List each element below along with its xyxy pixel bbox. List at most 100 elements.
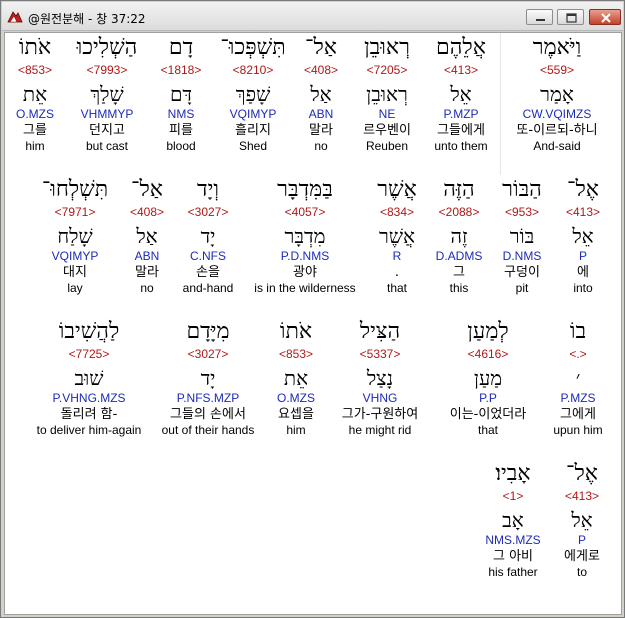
- title-bar[interactable]: @원전분해 - 창 37:22: [2, 2, 623, 31]
- strong-number[interactable]: <853>: [7, 63, 63, 77]
- word-cell[interactable]: בַּמִּדְבָּר <4057> מִדְבָּר P.D.NMS 광야 …: [245, 177, 365, 295]
- interlinear-view[interactable]: וַיֹּאמֶר <559> אָמַר CW.VQIMZS 또-이르되-하니…: [4, 32, 622, 615]
- hebrew-word: אֹתוֹ: [18, 35, 52, 60]
- strong-number[interactable]: <3027>: [175, 205, 241, 219]
- hebrew-word: תִּשְׁפְּכוּ־: [220, 35, 286, 60]
- word-cell[interactable]: אָבִיו׃ <1> אָב NMS.MZS 그 아비 his father: [477, 461, 549, 579]
- english-gloss: to deliver him-again: [36, 423, 142, 437]
- korean-gloss: 그가-구원하여: [341, 407, 419, 422]
- word-cell[interactable]: הַשְׁלִיכוּ <7993> שָׁלַךְ VHMMYP 던지고 bu…: [67, 35, 147, 153]
- strong-number[interactable]: <4616>: [435, 347, 541, 361]
- lemma: אֵת: [22, 82, 48, 106]
- strong-number[interactable]: <2088>: [429, 205, 489, 219]
- word-cell[interactable]: וַיֹּאמֶר <559> אָמַר CW.VQIMZS 또-이르되-하니…: [503, 35, 611, 153]
- strong-number[interactable]: <408>: [121, 205, 173, 219]
- hebrew-bible-app-icon: [7, 9, 23, 23]
- korean-gloss: 그를: [23, 123, 47, 138]
- hebrew-word: אַל־: [305, 35, 337, 60]
- english-gloss: no: [140, 281, 154, 295]
- hebrew-word: דָם: [168, 35, 194, 60]
- lemma: מַעַן: [473, 366, 503, 390]
- english-gloss: to: [576, 565, 587, 579]
- word-cell[interactable]: תִּשְׁלְחוּ־ <7971> שָׁלַח VQIMYP 대지 lay: [33, 177, 117, 295]
- strong-number[interactable]: <3027>: [155, 347, 261, 361]
- strong-number[interactable]: <5337>: [329, 347, 431, 361]
- word-cell[interactable]: אֹתוֹ <853> אֵת O.MZS 그를 him: [7, 35, 63, 153]
- word-cell[interactable]: הַבּוֹר <953> בּוֹר D.NMS 구덩이 pit: [491, 177, 553, 295]
- korean-gloss: 르우벤이: [363, 123, 411, 138]
- english-gloss: that: [386, 281, 407, 295]
- lemma: דָּם: [169, 82, 193, 106]
- strong-number[interactable]: <413>: [555, 205, 611, 219]
- app-window: @원전분해 - 창 37:22 וַיֹּאמֶר <559> אָמַר CW…: [0, 0, 625, 618]
- word-cell[interactable]: מִיָּדָם <3027> יָד P.NFS.MZP 그들의 손에서 ou…: [155, 319, 261, 437]
- strong-number[interactable]: <8210>: [215, 63, 291, 77]
- word-cell[interactable]: לְמַעַן <4616> מַעַן P.P 이는-이었더라 that: [435, 319, 541, 437]
- hebrew-word: רְאוּבֵן: [364, 35, 410, 60]
- strong-number[interactable]: <408>: [293, 63, 349, 77]
- strong-number[interactable]: <953>: [491, 205, 553, 219]
- strong-number[interactable]: <834>: [367, 205, 427, 219]
- word-cell[interactable]: לַהֲשִׁיבוֹ <7725> שׁוּב P.VHNG.MZS 돌리려 …: [27, 319, 151, 437]
- korean-gloss: 그: [453, 265, 465, 280]
- strong-number[interactable]: <853>: [265, 347, 327, 361]
- strong-number[interactable]: <1>: [477, 489, 549, 503]
- korean-gloss: 돌리려 함-: [60, 407, 118, 422]
- strong-number[interactable]: <413>: [553, 489, 611, 503]
- word-cell[interactable]: אֹתוֹ <853> אֵת O.MZS 요셉을 him: [265, 319, 327, 437]
- strong-number[interactable]: <1818>: [151, 63, 211, 77]
- korean-gloss: 던지고: [89, 123, 125, 138]
- strong-number[interactable]: <.>: [545, 347, 611, 361]
- strong-number[interactable]: <7205>: [351, 63, 423, 77]
- hebrew-word: וְיָד: [197, 177, 219, 202]
- english-gloss: him: [286, 423, 306, 437]
- word-cell[interactable]: אֲשֶׁר <834> אֲשֶׁר R . that: [367, 177, 427, 295]
- korean-gloss: 구덩이: [504, 265, 540, 280]
- strong-number[interactable]: <4057>: [245, 205, 365, 219]
- lemma: שָׁלַךְ: [90, 82, 124, 106]
- strong-number[interactable]: <7971>: [33, 205, 117, 219]
- strong-number[interactable]: <559>: [503, 63, 611, 77]
- hebrew-word: מִיָּדָם: [186, 319, 230, 344]
- word-cell[interactable]: רְאוּבֵן <7205> רְאוּבֵן NE 르우벤이 Reuben: [351, 35, 423, 153]
- korean-gloss: 에: [577, 265, 589, 280]
- parsing-code: ABN: [308, 107, 334, 121]
- word-cell[interactable]: אֲלֵהֶם <413> אֵל P.MZP 그들에게 unto them: [425, 35, 497, 153]
- word-cell[interactable]: אַל־ <408> אַל ABN 말라 no: [121, 177, 173, 295]
- lemma: רְאוּבֵן: [366, 82, 408, 106]
- word-cell[interactable]: אֶל־ <413> אֵל P 에 into: [555, 177, 611, 295]
- lemma: אָמַר: [540, 82, 574, 106]
- word-cell[interactable]: אֶל־ <413> אֵל P 에게로 to: [553, 461, 611, 579]
- korean-gloss: 요셉을: [278, 407, 314, 422]
- lemma: נָצַל: [366, 366, 394, 390]
- english-gloss: no: [314, 139, 328, 153]
- strong-number[interactable]: <413>: [425, 63, 497, 77]
- maximize-button[interactable]: [557, 9, 584, 25]
- word-cell[interactable]: בוֹ <.> ׳ P.MZS 그에게 upun him: [545, 319, 611, 437]
- parsing-code: P.MZP: [443, 107, 479, 121]
- strong-number[interactable]: <7725>: [27, 347, 151, 361]
- maximize-icon: [566, 13, 577, 23]
- word-cell[interactable]: דָם <1818> דָּם NMS 피를 blood: [151, 35, 211, 153]
- english-gloss: pit: [515, 281, 529, 295]
- parsing-code: P.MZS: [560, 391, 596, 405]
- parsing-code: P.P: [479, 391, 497, 405]
- english-gloss: his father: [488, 565, 538, 579]
- word-cell[interactable]: תִּשְׁפְּכוּ־ <8210> שָׁפַךְ VQIMYP 흘리지 …: [215, 35, 291, 153]
- word-cell[interactable]: אַל־ <408> אַל ABN 말라 no: [293, 35, 349, 153]
- minimize-button[interactable]: [526, 9, 553, 25]
- lemma: ׳: [575, 366, 581, 390]
- word-cell[interactable]: וְיָד <3027> יָד C.NFS 손을 and-hand: [175, 177, 241, 295]
- korean-gloss: 말라: [309, 123, 333, 138]
- word-cell[interactable]: הַצִּיל <5337> נָצַל VHNG 그가-구원하여 he mig…: [329, 319, 431, 437]
- korean-gloss: .: [394, 265, 400, 280]
- english-gloss: but cast: [85, 139, 129, 153]
- hebrew-word: אֹתוֹ: [279, 319, 313, 344]
- word-cell[interactable]: הַזֶּה <2088> זֶה D.ADMS 그 this: [429, 177, 489, 295]
- strong-number[interactable]: <7993>: [67, 63, 147, 77]
- parsing-code: ABN: [134, 249, 160, 263]
- lemma: מִדְבָּר: [284, 224, 326, 248]
- korean-gloss: 피를: [169, 123, 193, 138]
- close-button[interactable]: [589, 9, 621, 25]
- korean-gloss: 에게로: [564, 549, 600, 564]
